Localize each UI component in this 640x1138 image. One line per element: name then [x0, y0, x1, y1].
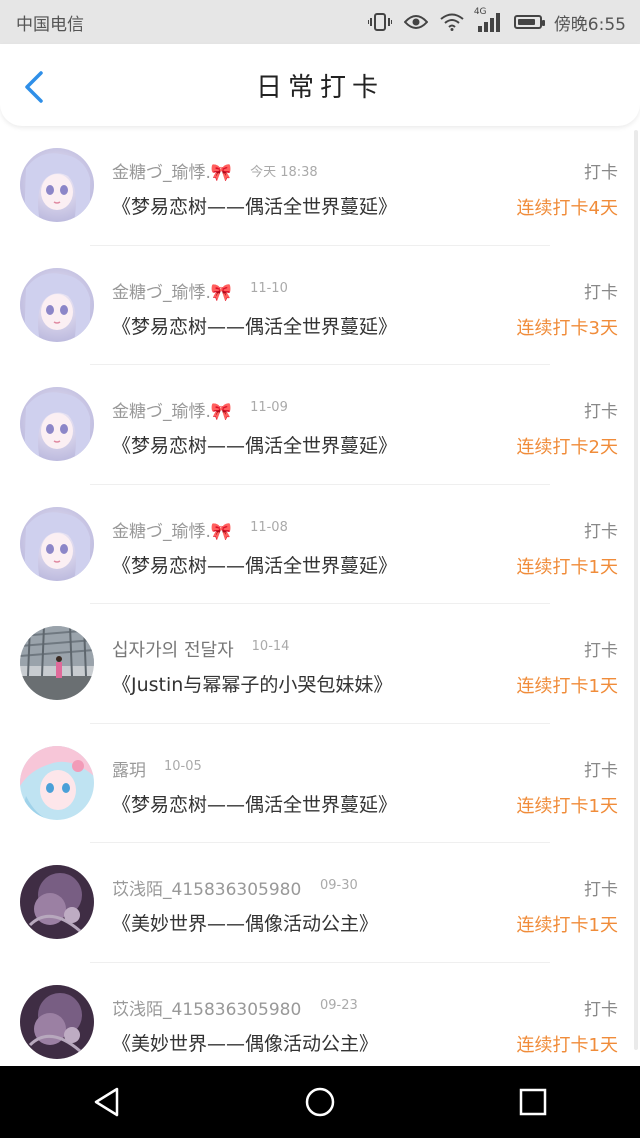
nav-back-button[interactable]	[77, 1072, 137, 1132]
avatar[interactable]	[20, 267, 94, 342]
streak-badge: 连续打卡1天	[516, 556, 618, 578]
carrier-label: 中国电信	[16, 14, 84, 35]
avatar[interactable]	[20, 745, 94, 820]
user-name[interactable]: 苡浅陌_415836305980…	[112, 875, 302, 900]
book-title[interactable]: 《Justin与幂幂子的小哭包妹妹》	[112, 670, 392, 697]
system-navigation-bar	[0, 1066, 640, 1138]
circle-home-icon	[305, 1087, 335, 1117]
header-bar: 日常打卡	[0, 44, 640, 126]
eye-icon	[403, 11, 428, 33]
battery-icon	[513, 11, 545, 33]
book-title[interactable]: 《梦易恋树——偶活全世界蔓延》	[112, 312, 397, 339]
user-name[interactable]: 露玥	[112, 756, 146, 781]
checkin-date: 09-23	[320, 997, 358, 1013]
streak-badge: 连续打卡1天	[516, 1034, 618, 1056]
status-bar: 中国电信 4G 傍晚6:55	[0, 0, 640, 44]
user-name[interactable]: 苡浅陌_415836305980…	[112, 995, 302, 1020]
streak-badge: 连续打卡4天	[516, 198, 618, 219]
streak-badge: 连续打卡3天	[516, 317, 618, 339]
book-title[interactable]: 《梦易恋树——偶活全世界蔓延》	[112, 551, 397, 578]
checkin-item[interactable]: 苡浅陌_415836305980… 09-30 打卡 《美妙世界——偶像活动公主…	[0, 843, 640, 963]
book-title[interactable]: 《梦易恋树——偶活全世界蔓延》	[112, 431, 397, 458]
checkin-item[interactable]: 金糖づ_瑜悸.🎀 11-08 打卡 《梦易恋树——偶活全世界蔓延》 连续打卡1天	[0, 485, 640, 604]
book-title[interactable]: 《美妙世界——偶像活动公主》	[112, 909, 378, 936]
checkin-item[interactable]: 露玥 10-05 打卡 《梦易恋树——偶活全世界蔓延》 连续打卡1天	[0, 724, 640, 843]
checkin-action-label: 打卡	[584, 282, 618, 303]
book-title[interactable]: 《梦易恋树——偶活全世界蔓延》	[112, 790, 397, 817]
checkin-action-label: 打卡	[584, 641, 618, 661]
checkin-action-label: 打卡	[584, 999, 618, 1020]
status-icons: 4G 傍晚6:55	[367, 7, 626, 35]
checkin-item[interactable]: 십자가의 전달자 10-14 打卡 《Justin与幂幂子的小哭包妹妹》 连续打…	[0, 604, 640, 724]
square-recents-icon	[520, 1088, 547, 1116]
streak-badge: 连续打卡1天	[516, 676, 618, 697]
checkin-date: 10-14	[251, 639, 290, 654]
user-name[interactable]: 金糖づ_瑜悸.🎀	[112, 517, 232, 542]
book-title[interactable]: 《美妙世界——偶像活动公主》	[112, 1029, 378, 1056]
checkin-list[interactable]: 金糖づ_瑜悸.🎀 今天 18:38 打卡 《梦易恋树——偶活全世界蔓延》 连续打…	[0, 126, 640, 1066]
page-title: 日常打卡	[255, 72, 384, 103]
checkin-action-label: 打卡	[584, 760, 618, 781]
user-name[interactable]: 金糖づ_瑜悸.🎀	[112, 397, 232, 422]
avatar[interactable]	[20, 387, 94, 461]
book-title[interactable]: 《梦易恋树——偶活全世界蔓延》	[112, 192, 397, 219]
network-type-label: 4G	[473, 7, 487, 17]
checkin-date: 11-08	[250, 519, 288, 535]
scrollbar[interactable]	[634, 130, 638, 1050]
clock-label: 傍晚6:55	[553, 14, 626, 35]
avatar[interactable]	[20, 148, 94, 222]
checkin-item[interactable]: 金糖づ_瑜悸.🎀 11-09 打卡 《梦易恋树——偶活全世界蔓延》 连续打卡2天	[0, 365, 640, 485]
nav-home-button[interactable]	[290, 1072, 350, 1132]
triangle-back-icon	[94, 1087, 118, 1117]
streak-badge: 连续打卡1天	[516, 795, 618, 817]
checkin-date: 09-30	[320, 878, 358, 893]
checkin-action-label: 打卡	[584, 163, 618, 183]
checkin-item[interactable]: 金糖づ_瑜悸.🎀 11-10 打卡 《梦易恋树——偶活全世界蔓延》 连续打卡3天	[0, 246, 640, 365]
checkin-date: 11-09	[250, 400, 288, 415]
checkin-date: 今天 18:38	[250, 165, 318, 180]
avatar[interactable]	[20, 984, 94, 1059]
checkin-item[interactable]: 苡浅陌_415836305980… 09-23 打卡 《美妙世界——偶像活动公主…	[0, 963, 640, 1067]
checkin-date: 10-05	[164, 758, 202, 774]
user-name[interactable]: 金糖づ_瑜悸.🎀	[112, 278, 232, 303]
checkin-item[interactable]: 金糖づ_瑜悸.🎀 今天 18:38 打卡 《梦易恋树——偶活全世界蔓延》 连续打…	[0, 126, 640, 246]
avatar[interactable]	[20, 865, 94, 939]
streak-badge: 连续打卡1天	[516, 915, 618, 936]
avatar[interactable]	[20, 506, 94, 581]
vibrate-icon	[367, 11, 392, 33]
checkin-date: 11-10	[250, 280, 288, 296]
avatar[interactable]	[20, 626, 94, 700]
wifi-icon	[440, 11, 464, 33]
back-button[interactable]	[20, 70, 50, 104]
checkin-action-label: 打卡	[584, 402, 618, 422]
chevron-left-icon	[25, 71, 43, 103]
nav-recents-button[interactable]	[503, 1072, 563, 1132]
streak-badge: 连续打卡2天	[516, 437, 618, 458]
user-name[interactable]: 십자가의 전달자	[112, 636, 234, 662]
checkin-action-label: 打卡	[584, 880, 618, 900]
user-name[interactable]: 金糖づ_瑜悸.🎀	[112, 158, 232, 183]
checkin-action-label: 打卡	[584, 521, 618, 542]
cellular-signal-icon: 4G	[474, 7, 502, 33]
